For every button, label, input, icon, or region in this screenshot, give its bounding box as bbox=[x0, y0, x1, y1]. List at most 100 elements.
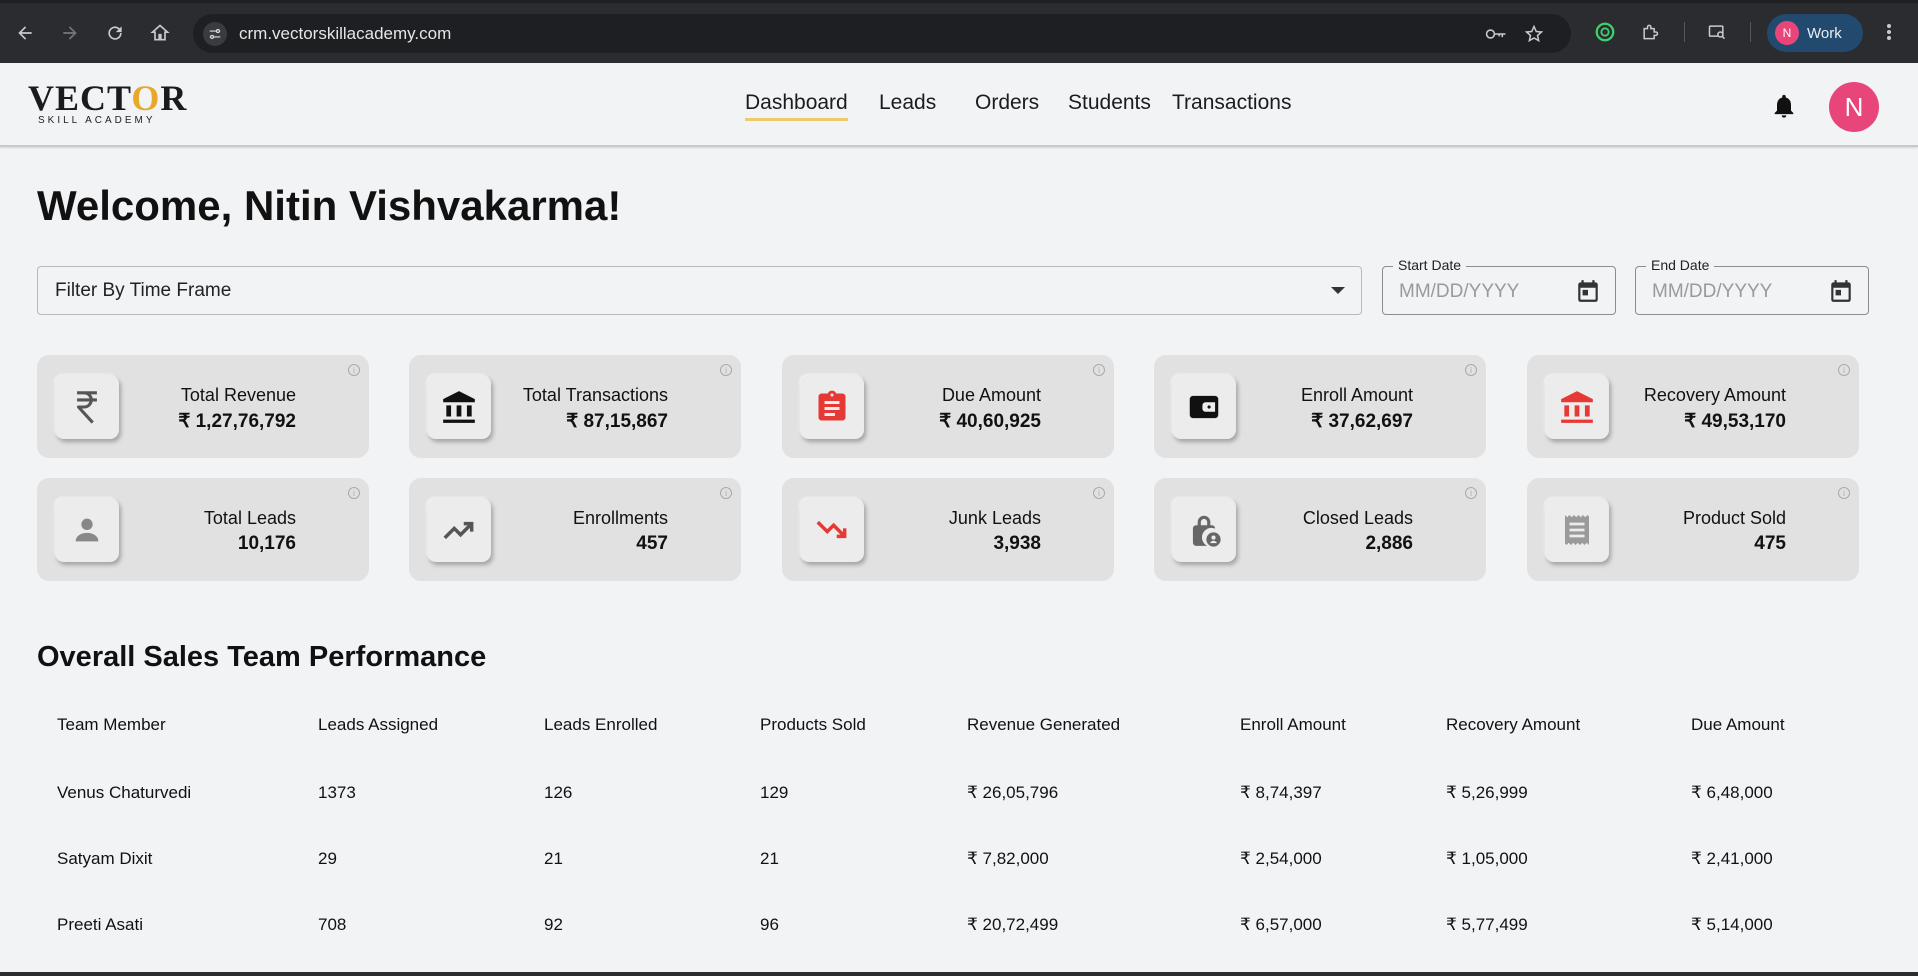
cell-products-sold: 21 bbox=[760, 849, 779, 868]
profile-avatar: N bbox=[1775, 21, 1799, 45]
stat-value: ₹ 1,27,76,792 bbox=[178, 411, 296, 432]
logo-wordmark: VECTOR bbox=[28, 78, 188, 118]
column-header[interactable]: Leads Enrolled bbox=[544, 715, 657, 735]
info-icon[interactable]: i bbox=[720, 364, 732, 376]
cell-recovery-amount: ₹ 1,05,000 bbox=[1446, 849, 1528, 868]
info-icon[interactable]: i bbox=[1465, 487, 1477, 499]
nav-transactions[interactable]: Transactions bbox=[1172, 91, 1291, 115]
info-icon[interactable]: i bbox=[348, 364, 360, 376]
stat-card-due-amount: Due Amount ₹ 40,60,925 i bbox=[782, 355, 1114, 458]
bell-icon[interactable] bbox=[1770, 91, 1798, 121]
extension-icon[interactable] bbox=[1593, 20, 1617, 44]
cell-due-amount: ₹ 5,14,000 bbox=[1691, 915, 1773, 934]
cell-products-sold: 129 bbox=[760, 783, 789, 802]
window-bottom-edge bbox=[0, 972, 1918, 976]
url-text[interactable]: crm.vectorskillacademy.com bbox=[239, 24, 451, 44]
cell-revenue-generated: ₹ 26,05,796 bbox=[967, 783, 1059, 802]
cell-revenue-generated: ₹ 20,72,499 bbox=[967, 915, 1059, 934]
column-header[interactable]: Team Member bbox=[57, 715, 166, 735]
performance-table: Team Member Leads Assigned Leads Enrolle… bbox=[37, 689, 1867, 947]
time-frame-select[interactable]: Filter By Time Frame bbox=[37, 266, 1362, 315]
back-icon[interactable] bbox=[12, 20, 38, 46]
nav-dashboard[interactable]: Dashboard bbox=[745, 91, 848, 121]
rupee-icon bbox=[55, 375, 119, 439]
stat-title: Junk Leads bbox=[948, 508, 1041, 528]
stat-title: Product Sold bbox=[1682, 508, 1786, 528]
stat-card-total-transactions: Total Transactions ₹ 87,15,867 i bbox=[409, 355, 741, 458]
user-avatar[interactable]: N bbox=[1829, 82, 1879, 132]
column-header[interactable]: Revenue Generated bbox=[967, 715, 1120, 735]
nav-orders[interactable]: Orders bbox=[975, 91, 1039, 115]
cell-enroll-amount: ₹ 2,54,000 bbox=[1240, 849, 1322, 868]
nav-leads[interactable]: Leads bbox=[879, 91, 936, 115]
logo-subtitle: SKILL ACADEMY bbox=[38, 115, 156, 126]
column-header[interactable]: Enroll Amount bbox=[1240, 715, 1346, 735]
column-header[interactable]: Leads Assigned bbox=[318, 715, 438, 735]
info-icon[interactable]: i bbox=[1093, 487, 1105, 499]
stat-value: ₹ 49,53,170 bbox=[1684, 411, 1786, 432]
info-icon[interactable]: i bbox=[1838, 364, 1850, 376]
start-date-label: Start Date bbox=[1393, 257, 1467, 273]
puzzle-icon[interactable] bbox=[1638, 20, 1662, 44]
bank-icon bbox=[1545, 375, 1609, 439]
home-icon[interactable] bbox=[147, 20, 173, 46]
browser-profile-chip[interactable]: N Work bbox=[1767, 14, 1863, 52]
site-info-icon[interactable] bbox=[203, 22, 227, 46]
forward-icon[interactable] bbox=[57, 20, 83, 46]
info-icon[interactable]: i bbox=[1838, 487, 1850, 499]
column-header[interactable]: Due Amount bbox=[1691, 715, 1785, 735]
cast-search-icon[interactable] bbox=[1705, 20, 1729, 44]
stat-value: 10,176 bbox=[237, 533, 296, 554]
key-icon[interactable] bbox=[1485, 23, 1507, 45]
cell-leads-enrolled: 21 bbox=[544, 849, 563, 868]
cell-recovery-amount: ₹ 5,26,999 bbox=[1446, 783, 1528, 802]
cell-leads-enrolled: 92 bbox=[544, 915, 563, 934]
stat-title: Total Revenue bbox=[180, 385, 296, 405]
stat-title: Closed Leads bbox=[1302, 508, 1413, 528]
start-date-field[interactable]: Start Date MM/DD/YYYY bbox=[1382, 257, 1616, 315]
calendar-icon[interactable] bbox=[1575, 278, 1601, 304]
page-title: Welcome, Nitin Vishvakarma! bbox=[37, 182, 622, 229]
reload-icon[interactable] bbox=[102, 20, 128, 46]
cell-leads-assigned: 1373 bbox=[318, 783, 356, 802]
lock-person-icon bbox=[1172, 498, 1236, 562]
stat-card-total-leads: Total Leads 10,176 i bbox=[37, 478, 369, 581]
stat-title: Recovery Amount bbox=[1643, 385, 1786, 405]
column-header[interactable]: Products Sold bbox=[760, 715, 866, 735]
stat-card-enroll-amount: Enroll Amount ₹ 37,62,697 i bbox=[1154, 355, 1486, 458]
section-title: Overall Sales Team Performance bbox=[37, 641, 487, 673]
profile-label: Work bbox=[1807, 24, 1842, 42]
vector-logo[interactable]: VECTOR SKILL ACADEMY bbox=[28, 78, 188, 129]
cell-leads-assigned: 708 bbox=[318, 915, 347, 934]
stat-card-junk-leads: Junk Leads 3,938 i bbox=[782, 478, 1114, 581]
column-header[interactable]: Recovery Amount bbox=[1446, 715, 1580, 735]
end-date-field[interactable]: End Date MM/DD/YYYY bbox=[1635, 257, 1869, 315]
bank-icon bbox=[427, 375, 491, 439]
stat-value: 3,938 bbox=[993, 533, 1041, 554]
cell-enroll-amount: ₹ 6,57,000 bbox=[1240, 915, 1322, 934]
cell-revenue-generated: ₹ 7,82,000 bbox=[967, 849, 1049, 868]
start-date-placeholder: MM/DD/YYYY bbox=[1399, 281, 1520, 302]
clipboard-icon bbox=[800, 375, 864, 439]
nav-students[interactable]: Students bbox=[1068, 91, 1151, 115]
stat-value: 457 bbox=[636, 533, 668, 554]
person-icon bbox=[55, 498, 119, 562]
cell-team-member: Venus Chaturvedi bbox=[57, 783, 192, 802]
trending-down-icon bbox=[800, 498, 864, 562]
cell-products-sold: 96 bbox=[760, 915, 779, 934]
star-icon[interactable] bbox=[1523, 23, 1545, 45]
chevron-down-icon bbox=[1331, 287, 1345, 294]
calendar-icon[interactable] bbox=[1828, 278, 1854, 304]
trending-up-icon bbox=[427, 498, 491, 562]
info-icon[interactable]: i bbox=[720, 487, 732, 499]
address-bar[interactable]: crm.vectorskillacademy.com bbox=[193, 14, 1571, 53]
time-frame-label: Filter By Time Frame bbox=[55, 280, 232, 301]
info-icon[interactable]: i bbox=[1093, 364, 1105, 376]
stat-title: Enroll Amount bbox=[1300, 385, 1413, 405]
toolbar-divider bbox=[1750, 22, 1751, 42]
kebab-menu-icon[interactable] bbox=[1877, 20, 1901, 44]
info-icon[interactable]: i bbox=[1465, 364, 1477, 376]
stat-title: Due Amount bbox=[941, 385, 1041, 405]
info-icon[interactable]: i bbox=[348, 487, 360, 499]
stat-card-enrollments: Enrollments 457 i bbox=[409, 478, 741, 581]
